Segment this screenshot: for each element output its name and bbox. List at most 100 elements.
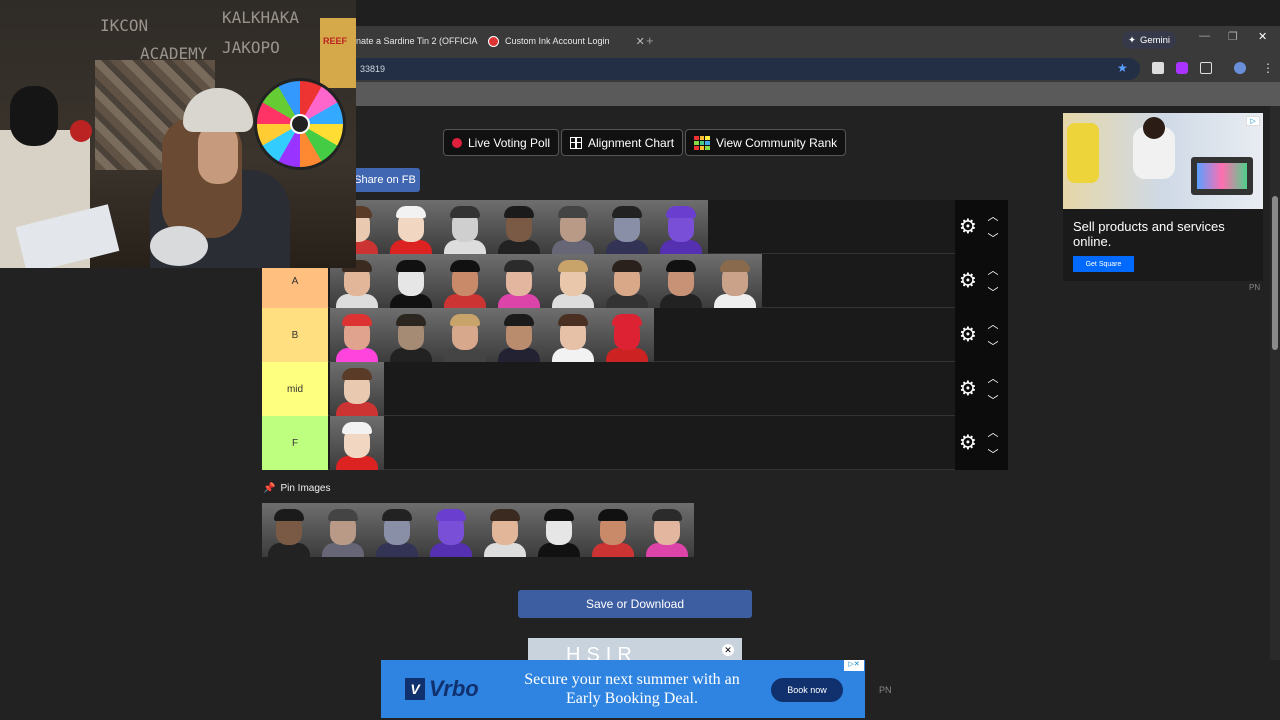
live-voting-poll-button[interactable]: Live Voting Poll <box>443 129 560 156</box>
tier-label[interactable]: mid <box>262 362 328 416</box>
pinned-image[interactable] <box>640 503 694 557</box>
sparkle-icon: ✦ <box>1127 34 1136 46</box>
gear-icon[interactable]: ⚙ <box>958 217 978 237</box>
tier-item[interactable] <box>600 254 654 308</box>
tier-item-hair <box>436 509 466 521</box>
pinned-image[interactable] <box>262 503 316 557</box>
tier-item-body <box>376 543 418 557</box>
tier-item-hair <box>396 260 426 272</box>
view-community-rank-button[interactable]: View Community Rank <box>685 129 847 156</box>
bookmark-star-icon[interactable]: ★ <box>1117 61 1128 75</box>
chevron-up-icon[interactable]: ︿ <box>986 262 1000 277</box>
small-banner-ad[interactable]: HSIR <box>528 638 742 660</box>
pinned-image[interactable] <box>370 503 424 557</box>
helmet <box>150 226 208 266</box>
vrbo-ad[interactable]: V Vrbo Secure your next summer with an E… <box>381 660 865 718</box>
alignment-chart-button[interactable]: Alignment Chart <box>561 129 684 156</box>
chevron-down-icon[interactable]: ﹀ <box>986 392 1000 407</box>
gear-icon[interactable]: ⚙ <box>958 379 978 399</box>
pn-label: PN <box>1249 283 1261 292</box>
url-input[interactable]: 33819 <box>300 58 1140 80</box>
tier-item-body <box>552 348 594 362</box>
tier-item[interactable] <box>384 254 438 308</box>
chevron-down-icon[interactable]: ﹀ <box>986 446 1000 461</box>
tier-item[interactable] <box>330 308 384 362</box>
tier-item[interactable] <box>654 254 708 308</box>
chevron-up-icon[interactable]: ︿ <box>986 208 1000 223</box>
tier-item[interactable] <box>654 200 708 254</box>
tier-item-body <box>444 294 486 308</box>
gear-icon[interactable]: ⚙ <box>958 325 978 345</box>
share-on-fb-button[interactable]: Share on FB <box>350 168 420 192</box>
tier-label[interactable]: F <box>262 416 328 470</box>
chevron-down-icon[interactable]: ﹀ <box>986 230 1000 245</box>
tier-item[interactable] <box>600 308 654 362</box>
close-icon[interactable]: ✕ <box>636 35 645 48</box>
adchoices-icon[interactable]: ▷✕ <box>844 660 864 671</box>
tier-item-hair <box>504 260 534 272</box>
profile-avatar[interactable] <box>1234 62 1246 74</box>
pinned-image[interactable] <box>424 503 478 557</box>
tier-item[interactable] <box>384 308 438 362</box>
tier-item-hair <box>720 260 750 272</box>
chevron-up-icon[interactable]: ︿ <box>986 424 1000 439</box>
pinned-image[interactable] <box>316 503 370 557</box>
pinned-image[interactable] <box>478 503 532 557</box>
chevron-up-icon[interactable]: ︿ <box>986 316 1000 331</box>
gear-icon[interactable]: ⚙ <box>958 271 978 291</box>
tab-custom-ink[interactable]: Custom Ink Account Login ✕ <box>488 30 645 52</box>
pin-images-label[interactable]: 📌 Pin Images <box>263 483 330 494</box>
ad-image <box>1063 113 1263 209</box>
tier-item[interactable] <box>492 308 546 362</box>
tier-item[interactable] <box>438 254 492 308</box>
tier-item-body <box>444 240 486 254</box>
gemini-label: Gemini <box>1139 34 1171 46</box>
tier-label[interactable]: B <box>262 308 328 362</box>
tier-item[interactable] <box>438 308 492 362</box>
new-tab-button[interactable]: + <box>646 33 654 48</box>
tier-item-hair <box>666 206 696 218</box>
pinned-image[interactable] <box>532 503 586 557</box>
gemini-button[interactable]: ✦ Gemini <box>1122 31 1176 49</box>
tier-items <box>330 362 384 416</box>
chevron-up-icon[interactable]: ︿ <box>986 370 1000 385</box>
menu-kebab-icon[interactable]: ⋮ <box>1262 62 1274 74</box>
puzzle-icon[interactable] <box>1200 62 1212 74</box>
square-ad[interactable]: Sell products and services online. Get S… <box>1063 113 1263 281</box>
tab-sardine[interactable]: nate a Sardine Tin 2 (OFFICIA ✕ <box>356 30 497 52</box>
extension-purple-icon[interactable] <box>1176 62 1188 74</box>
tier-item-body <box>430 543 472 557</box>
tier-item-body <box>336 348 378 362</box>
minimize-button[interactable]: — <box>1199 30 1210 42</box>
tier-item-hair <box>342 368 372 380</box>
tier-item-body <box>336 402 378 416</box>
tier-item[interactable] <box>492 254 546 308</box>
book-now-button[interactable]: Book now <box>771 678 843 702</box>
tier-item[interactable] <box>492 200 546 254</box>
tier-item[interactable] <box>600 200 654 254</box>
tier-item[interactable] <box>438 200 492 254</box>
tier-row: B ⚙ ︿ ﹀ <box>262 308 1008 362</box>
extension-icon[interactable] <box>1152 62 1164 74</box>
tier-item[interactable] <box>546 254 600 308</box>
wall-scrawl: IKCON <box>100 16 149 35</box>
close-icon[interactable]: ✕ <box>722 644 734 656</box>
tier-item[interactable] <box>330 362 384 416</box>
tier-item[interactable] <box>330 416 384 470</box>
scrollbar-thumb[interactable] <box>1272 196 1278 350</box>
pinned-image[interactable] <box>586 503 640 557</box>
tier-item[interactable] <box>384 200 438 254</box>
adchoices-icon[interactable]: ▷ <box>1246 116 1260 126</box>
save-or-download-button[interactable]: Save or Download <box>518 590 752 618</box>
tier-item[interactable] <box>708 254 762 308</box>
get-square-button[interactable]: Get Square <box>1073 256 1134 272</box>
tier-item-body <box>336 294 378 308</box>
scrollbar-track[interactable] <box>1270 106 1280 660</box>
gear-icon[interactable]: ⚙ <box>958 433 978 453</box>
tier-item[interactable] <box>546 308 600 362</box>
chevron-down-icon[interactable]: ﹀ <box>986 284 1000 299</box>
restore-button[interactable]: ❐ <box>1228 30 1238 43</box>
tier-item[interactable] <box>546 200 600 254</box>
close-window-button[interactable]: ✕ <box>1258 30 1267 43</box>
chevron-down-icon[interactable]: ﹀ <box>986 338 1000 353</box>
